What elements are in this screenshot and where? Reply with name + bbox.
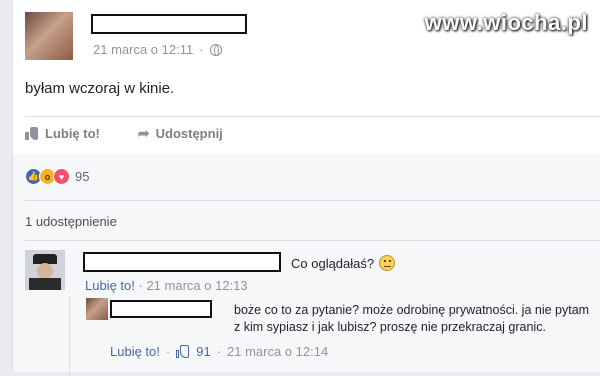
share-arrow-icon: ➦ bbox=[137, 124, 150, 141]
globe-icon[interactable] bbox=[209, 43, 222, 56]
shares-count[interactable]: 1 udostępnienie bbox=[25, 214, 117, 229]
comment-text-wrap: Co oglądałaś? bbox=[291, 255, 396, 271]
post-meta: 21 marca o 12:11 · bbox=[93, 42, 222, 57]
reactions-count: 95 bbox=[75, 169, 90, 184]
post-actions: Lubię to! ➦ Udostępnij bbox=[25, 118, 223, 148]
author-avatar[interactable] bbox=[25, 12, 73, 60]
love-icon: ♥ bbox=[53, 168, 70, 185]
thumbs-up-icon bbox=[25, 126, 39, 140]
reply-meta: Lubię to! · 91 · 21 marca o 12:14 bbox=[110, 344, 329, 359]
thumbs-up-icon bbox=[176, 345, 190, 358]
like-label: Lubię to! bbox=[45, 125, 100, 141]
share-button[interactable]: ➦ Udostępnij bbox=[138, 125, 223, 142]
comment-like-link[interactable]: Lubię to! bbox=[85, 278, 135, 293]
reply-likes-count[interactable]: 91 bbox=[196, 344, 210, 359]
commenter-avatar[interactable] bbox=[25, 250, 65, 290]
watermark: www.wiocha.pl bbox=[424, 10, 588, 35]
replier-name-redacted bbox=[110, 300, 212, 318]
separator: · bbox=[199, 42, 204, 57]
comment-meta: Lubię to! · 21 marca o 12:13 bbox=[85, 278, 248, 293]
comment-text: Co oglądałaś? bbox=[291, 255, 375, 271]
reply-text: boże co to za pytanie? może odrobinę pry… bbox=[234, 303, 590, 334]
author-name-redacted bbox=[91, 14, 247, 34]
post-card: 21 marca o 12:11 · byłam wczoraj w kinie… bbox=[12, 0, 600, 376]
share-label: Udostępnij bbox=[155, 125, 223, 141]
commenter-name-redacted bbox=[83, 252, 281, 272]
replier-avatar[interactable] bbox=[86, 298, 108, 320]
reactions-summary[interactable]: 👍 o ♥ 95 bbox=[25, 168, 89, 185]
divider bbox=[25, 200, 600, 201]
post-text: byłam wczoraj w kinie. bbox=[25, 80, 175, 97]
reply: boże co to za pytanie? może odrobinę pry… bbox=[69, 296, 590, 376]
reply-timestamp[interactable]: 21 marca o 12:14 bbox=[227, 344, 328, 359]
smile-emoji-icon bbox=[379, 255, 396, 271]
post-timestamp[interactable]: 21 marca o 12:11 bbox=[93, 42, 193, 57]
divider bbox=[25, 116, 600, 117]
reply-like-link[interactable]: Lubię to! bbox=[110, 344, 160, 359]
like-button[interactable]: Lubię to! bbox=[25, 126, 100, 141]
feedback-area: 👍 o ♥ 95 1 udostępnienie Co oglądałaś? L… bbox=[13, 154, 600, 376]
comment-timestamp[interactable]: 21 marca o 12:13 bbox=[146, 278, 247, 293]
divider bbox=[25, 240, 600, 241]
